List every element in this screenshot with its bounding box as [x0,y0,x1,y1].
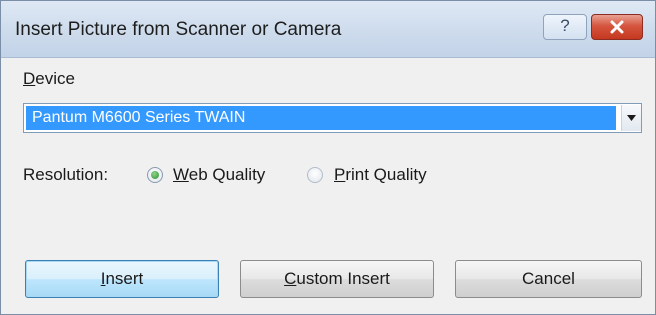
question-icon: ? [560,16,570,35]
chevron-down-icon [627,115,636,121]
cancel-button[interactable]: Cancel [455,260,642,298]
custom-insert-rest: ustom Insert [296,269,390,288]
radio-checked-dot [151,171,159,179]
print-quality-radio[interactable] [307,167,323,183]
insert-button[interactable]: Insert [25,260,219,298]
close-button[interactable] [591,14,643,40]
print-quality-label[interactable]: Print Quality [334,165,427,185]
device-label: Device [23,69,75,89]
print-quality-accel: P [334,165,346,184]
window-title: Insert Picture from Scanner or Camera [15,19,342,40]
resolution-label: Resolution: [23,165,109,184]
help-button[interactable]: ? [543,14,587,40]
web-quality-label[interactable]: Web Quality [173,165,265,185]
device-label-rest: evice [35,69,75,88]
dropdown-button[interactable] [621,105,641,131]
device-dropdown[interactable]: Pantum M6600 Series TWAIN [23,103,642,133]
custom-insert-button[interactable]: Custom Insert [240,260,434,298]
web-quality-accel: W [173,165,189,184]
print-quality-rest: rint Quality [345,165,427,184]
close-icon [610,20,624,34]
custom-insert-accel: C [284,269,297,288]
device-selected-value[interactable]: Pantum M6600 Series TWAIN [26,106,616,130]
device-label-accel: D [23,69,36,88]
title-bar[interactable]: Insert Picture from Scanner or Camera ? [1,1,655,58]
insert-rest: nsert [105,269,144,288]
web-quality-rest: eb Quality [188,165,266,184]
insert-picture-dialog: Insert Picture from Scanner or Camera ? … [0,0,656,315]
web-quality-radio[interactable] [147,167,163,183]
